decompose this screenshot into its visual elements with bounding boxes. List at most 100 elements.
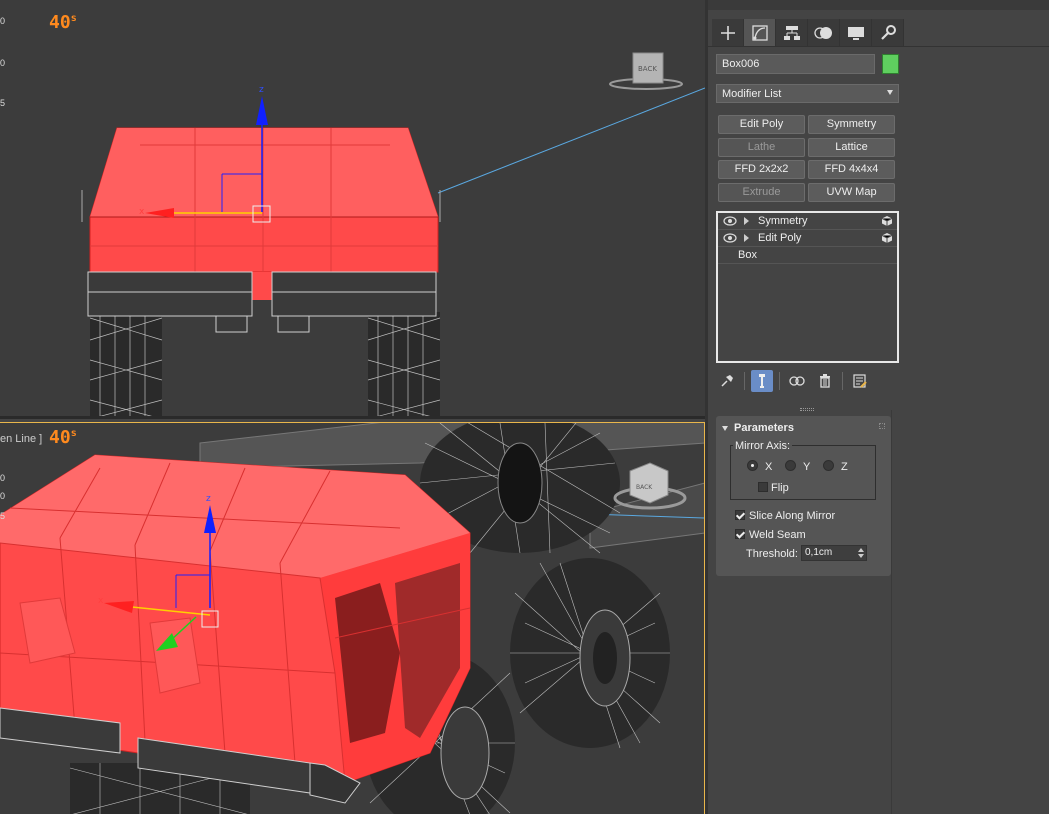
panel-divider: [891, 410, 892, 814]
tab-hierarchy[interactable]: [776, 19, 808, 46]
slice-along-mirror-label: Slice Along Mirror: [749, 510, 836, 522]
threshold-value: 0,1cm: [805, 547, 833, 558]
chevron-down-icon: [887, 90, 893, 95]
edit-poly-button[interactable]: Edit Poly: [718, 115, 805, 134]
slice-along-mirror-checkbox[interactable]: [735, 510, 745, 520]
object-name-field[interactable]: Box006: [716, 54, 875, 74]
fps-value: 40: [49, 12, 71, 33]
modifier-stack: Symmetry Edit Poly Box: [716, 211, 899, 363]
axis-x-label: X: [765, 461, 773, 473]
stack-item-label: Edit Poly: [758, 232, 802, 244]
fps-unit: s: [70, 13, 77, 24]
gizmo-z-label: z: [259, 85, 264, 95]
configure-list-icon: [853, 374, 867, 388]
lathe-button[interactable]: Lathe: [718, 138, 805, 157]
trash-icon: [820, 374, 830, 388]
stack-toolbar: [716, 370, 877, 392]
gizmo-x-label: x: [139, 207, 145, 217]
modifier-list-dropdown[interactable]: Modifier List: [716, 84, 899, 103]
toolbar-divider: [744, 372, 745, 390]
extrude-button[interactable]: Extrude: [718, 183, 805, 202]
viewport-shading-label[interactable]: en Line ]: [0, 433, 42, 445]
toolbar-divider: [779, 372, 780, 390]
threshold-label: Threshold:: [746, 548, 798, 560]
eye-icon[interactable]: [723, 233, 737, 243]
expand-triangle-icon[interactable]: [744, 234, 749, 242]
viewcube[interactable]: BACK: [609, 52, 683, 90]
gizmo-x-label-perspective: x: [98, 596, 104, 606]
axis-x-radio[interactable]: [747, 460, 758, 471]
make-unique-icon: [789, 376, 805, 386]
toolbar-divider: [842, 372, 843, 390]
hierarchy-icon: [783, 25, 800, 40]
cube-icon: [882, 216, 892, 226]
flip-checkbox[interactable]: [758, 482, 768, 492]
make-unique-button[interactable]: [786, 370, 808, 392]
eye-icon[interactable]: [723, 216, 737, 226]
flip-label: Flip: [771, 482, 789, 494]
stack-item-box[interactable]: Box: [718, 247, 897, 264]
viewport-perspective[interactable]: z x BACK en Line ] 40s 0 0 5: [0, 422, 705, 814]
configure-modifier-sets-button[interactable]: [849, 370, 871, 392]
ffd-4x4x4-button[interactable]: FFD 4x4x4: [808, 160, 895, 179]
lattice-button[interactable]: Lattice: [808, 138, 895, 157]
wheel-left: [89, 312, 163, 416]
modifier-list-label: Modifier List: [722, 88, 782, 100]
parameters-rollout-title[interactable]: Parameters: [722, 422, 794, 434]
tab-motion[interactable]: [808, 19, 840, 46]
viewcube-face-label: BACK: [638, 65, 657, 73]
object-color-swatch[interactable]: [882, 54, 899, 74]
ruler-tick: 5: [0, 511, 6, 521]
expand-triangle-icon[interactable]: [744, 217, 749, 225]
symmetry-button[interactable]: Symmetry: [808, 115, 895, 134]
viewport-back[interactable]: z x BACK 40s 0 0 5: [0, 0, 705, 419]
tab-utilities[interactable]: [872, 19, 904, 46]
command-panel: Box006 Modifier List Edit Poly Symmetry …: [705, 0, 1049, 814]
axis-z-radio[interactable]: [823, 460, 834, 471]
motion-icon: [813, 26, 832, 39]
panel-top-strip: [708, 0, 1049, 10]
utilities-icon: [880, 24, 896, 40]
stack-item-edit-poly[interactable]: Edit Poly: [718, 230, 897, 247]
tab-modify[interactable]: [744, 19, 776, 46]
weld-seam-label: Weld Seam: [749, 529, 806, 541]
stack-item-label: Symmetry: [758, 215, 808, 227]
create-icon: [720, 25, 735, 40]
show-end-result-button[interactable]: [751, 370, 773, 392]
remove-modifier-button[interactable]: [814, 370, 836, 392]
axis-y-radio[interactable]: [785, 460, 796, 471]
uvw-map-button[interactable]: UVW Map: [808, 183, 895, 202]
rollout-resize-grip[interactable]: [800, 408, 814, 411]
ffd-2x2x2-button[interactable]: FFD 2x2x2: [718, 160, 805, 179]
viewcube-face-label-perspective: BACK: [636, 484, 653, 491]
weld-seam-checkbox[interactable]: [735, 529, 745, 539]
gizmo-z-label-perspective: z: [206, 494, 211, 504]
modify-icon: [751, 24, 768, 41]
ruler-tick: 0: [0, 491, 6, 501]
viewport-back-scene: z x BACK: [81, 52, 705, 416]
threshold-spinner[interactable]: 0,1cm: [801, 545, 867, 561]
fps-counter-perspective: 40s: [49, 427, 77, 448]
command-panel-tabs: [712, 19, 904, 46]
tabs-divider: [708, 46, 1049, 47]
pin-icon: [721, 375, 733, 387]
rollout-grip-icon: [879, 423, 885, 429]
tab-display[interactable]: [840, 19, 872, 46]
axis-z-label: Z: [841, 461, 848, 473]
fps-counter: 40s: [49, 12, 77, 33]
tab-create[interactable]: [712, 19, 744, 46]
fps-value: 40: [49, 427, 71, 448]
cube-icon: [882, 233, 892, 243]
spinner-arrows-icon[interactable]: [858, 548, 864, 558]
stack-item-symmetry[interactable]: Symmetry: [718, 213, 897, 230]
axis-y-label: Y: [803, 461, 811, 473]
stack-item-label: Box: [738, 249, 757, 261]
ruler-tick: 5: [0, 98, 6, 108]
fps-unit: s: [70, 428, 77, 439]
ruler-tick: 0: [0, 16, 6, 26]
wheel-mid: [510, 558, 670, 749]
pin-stack-button[interactable]: [716, 370, 738, 392]
viewport-perspective-scene: z x BACK: [0, 423, 704, 814]
wheel-right: [367, 312, 441, 416]
ruler-tick: 0: [0, 58, 6, 68]
